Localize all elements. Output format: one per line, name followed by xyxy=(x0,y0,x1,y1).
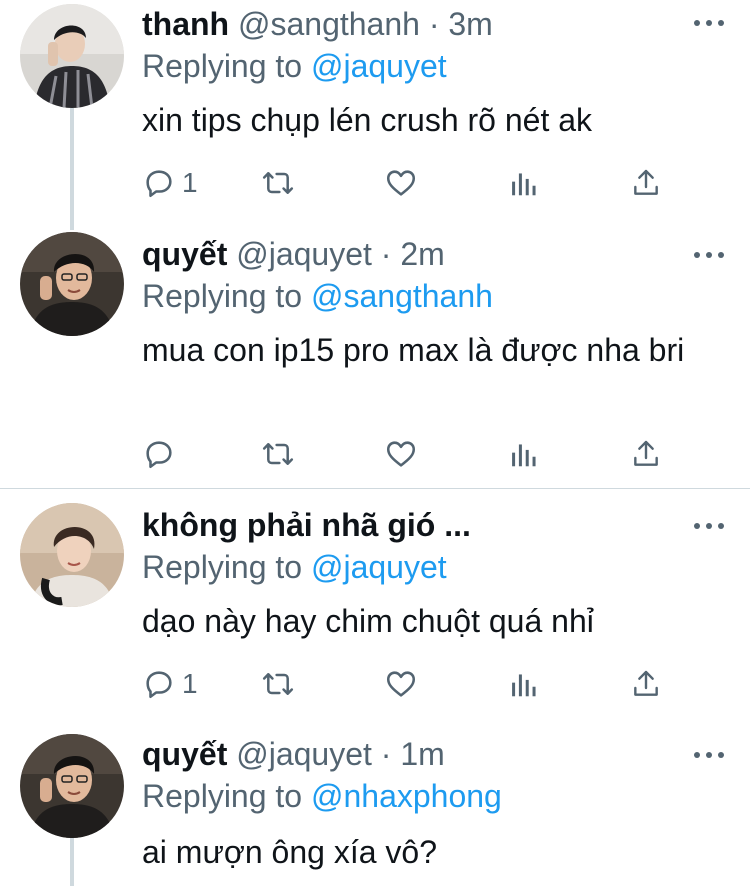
display-name[interactable]: quyết xyxy=(142,236,227,272)
share-button[interactable] xyxy=(630,434,662,474)
separator-dot: · xyxy=(380,236,392,272)
replying-to: Replying to @jaquyet xyxy=(142,46,447,86)
user-handle[interactable]: @sangthanh xyxy=(238,6,420,42)
like-button[interactable] xyxy=(384,163,418,203)
analytics-button[interactable] xyxy=(508,434,538,474)
mention-link[interactable]: @jaquyet xyxy=(311,48,447,84)
replying-to: Replying to @nhaxphong xyxy=(142,776,502,816)
tweet-text: xin tips chụp lén crush rõ nét ak xyxy=(142,102,593,138)
action-bar xyxy=(142,434,682,474)
analytics-icon xyxy=(512,444,536,467)
analytics-icon xyxy=(512,674,536,697)
display-name[interactable]: thanh xyxy=(142,6,229,42)
heart-icon xyxy=(386,671,416,697)
tweet-text: dạo này hay chim chuột quá nhỉ xyxy=(142,603,594,639)
reply-icon xyxy=(146,671,172,699)
avatar[interactable] xyxy=(20,232,124,336)
display-name[interactable]: không phải nhã gió ... xyxy=(142,507,471,543)
replying-label: Replying to xyxy=(142,278,303,314)
replying-to: Replying to @sangthanh xyxy=(142,276,493,316)
timestamp[interactable]: 2m xyxy=(400,236,444,272)
tweet[interactable]: quyết @jaquyet · 1m Replying to @nhaxpho… xyxy=(0,730,750,886)
tweet[interactable]: không phải nhã gió ... Replying to @jaqu… xyxy=(0,489,750,730)
share-icon xyxy=(634,169,658,195)
retweet-button[interactable] xyxy=(260,163,296,203)
reply-button[interactable]: 1 xyxy=(142,163,198,203)
tweet-text: mua con ip15 pro max là được nha bri xyxy=(142,332,685,368)
reply-button[interactable]: 1 xyxy=(142,664,198,704)
reply-icon xyxy=(146,170,172,198)
mention-link[interactable]: @nhaxphong xyxy=(311,778,502,814)
separator-dot: · xyxy=(428,6,440,42)
timestamp[interactable]: 3m xyxy=(448,6,492,42)
share-button[interactable] xyxy=(630,664,662,704)
action-bar: 1 xyxy=(142,163,682,203)
analytics-button[interactable] xyxy=(508,163,538,203)
separator-dot: · xyxy=(380,736,392,772)
action-bar: 1 xyxy=(142,664,682,704)
more-icon[interactable] xyxy=(694,519,724,533)
more-icon[interactable] xyxy=(694,16,724,30)
replying-label: Replying to xyxy=(142,549,303,585)
replying-label: Replying to xyxy=(142,778,303,814)
reply-icon xyxy=(146,441,172,469)
retweet-icon xyxy=(262,673,294,695)
like-button[interactable] xyxy=(384,664,418,704)
tweet[interactable]: quyết @jaquyet · 2m Replying to @sangtha… xyxy=(0,230,750,488)
replying-to: Replying to @jaquyet xyxy=(142,547,447,587)
analytics-icon xyxy=(512,173,536,196)
replying-label: Replying to xyxy=(142,48,303,84)
avatar[interactable] xyxy=(20,503,124,607)
share-icon xyxy=(634,670,658,696)
avatar[interactable] xyxy=(20,4,124,108)
reply-count: 1 xyxy=(182,668,198,699)
retweet-button[interactable] xyxy=(260,664,296,704)
share-icon xyxy=(634,440,658,466)
retweet-icon xyxy=(262,443,294,465)
heart-icon xyxy=(386,441,416,467)
user-handle[interactable]: @jaquyet xyxy=(236,736,372,772)
retweet-button[interactable] xyxy=(260,434,296,474)
more-icon[interactable] xyxy=(694,248,724,262)
user-handle[interactable]: @jaquyet xyxy=(236,236,372,272)
mention-link[interactable]: @sangthanh xyxy=(311,278,493,314)
reply-count: 1 xyxy=(182,167,198,198)
avatar[interactable] xyxy=(20,734,124,838)
heart-icon xyxy=(386,170,416,196)
tweet-text: ai mượn ông xía vô? xyxy=(142,834,437,870)
more-icon[interactable] xyxy=(694,748,724,762)
tweet[interactable]: thanh @sangthanh · 3m Replying to @jaquy… xyxy=(0,0,750,230)
display-name[interactable]: quyết xyxy=(142,736,227,772)
analytics-button[interactable] xyxy=(508,664,538,704)
mention-link[interactable]: @jaquyet xyxy=(311,549,447,585)
share-button[interactable] xyxy=(630,163,662,203)
reply-button[interactable] xyxy=(142,434,182,474)
timestamp[interactable]: 1m xyxy=(400,736,444,772)
retweet-icon xyxy=(262,172,294,194)
like-button[interactable] xyxy=(384,434,418,474)
